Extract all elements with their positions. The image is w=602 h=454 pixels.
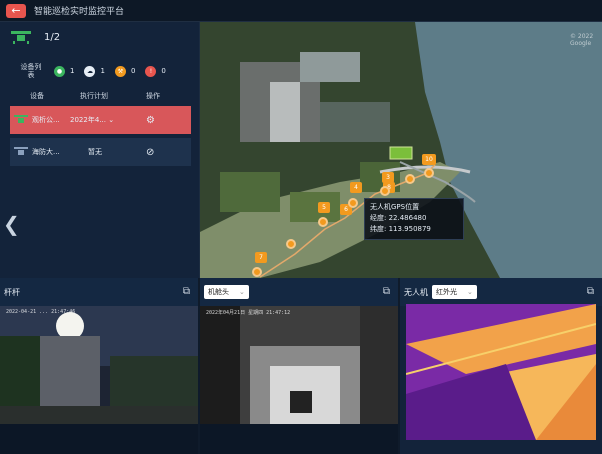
device-name: 观析公...: [32, 116, 60, 124]
waypoint-dot[interactable]: [424, 168, 434, 178]
waypoint-dot[interactable]: [252, 267, 262, 277]
stat-cloud[interactable]: ☁ 1: [84, 65, 105, 77]
device-name: 海防大...: [32, 148, 60, 156]
feed-pole-camera: 杆杆 ⧉ 2022-04-21 ... 21:47:46: [0, 278, 198, 454]
tools-icon: ⚒: [114, 65, 126, 77]
top-bar: ← 智能巡检实时监控平台: [0, 0, 602, 22]
feed-header: 杆杆 ⧉: [0, 278, 198, 306]
feed-title: 无人机: [404, 287, 428, 297]
drone-icon: [14, 115, 28, 123]
chevron-down-icon: ⌄: [239, 288, 245, 296]
video-feeds: 杆杆 ⧉ 2022-04-21 ... 21:47:46 机舱头 ⌄ ⧉ 202…: [0, 278, 602, 454]
feed-cabin-camera: 机舱头 ⌄ ⧉ 2022年04月21日 星期四 21:47:12: [200, 278, 398, 454]
waypoint-dot[interactable]: [286, 239, 296, 249]
map-watermark: © 2022 Google: [570, 33, 594, 47]
waypoint-dot[interactable]: [348, 198, 358, 208]
uav-count-value: 1/2: [44, 31, 61, 43]
camera-select[interactable]: 机舱头 ⌄: [204, 285, 249, 299]
feed-title: 杆杆: [4, 287, 20, 297]
camera-image: [200, 306, 398, 424]
uav-count: 1/2: [10, 30, 60, 44]
app-title: 智能巡检实时监控平台: [34, 7, 125, 17]
tooltip-longitude: 经度: 22.486480: [370, 214, 427, 222]
disabled-icon[interactable]: ⊘: [146, 147, 154, 158]
stat-online[interactable]: ● 1: [54, 65, 74, 77]
spectrum-select[interactable]: 红外光 ⌄: [432, 285, 477, 299]
stat-tools[interactable]: ⚒ 0: [114, 65, 135, 77]
feed-footer: [200, 424, 398, 454]
infrared-image: [406, 304, 596, 440]
tooltip-title: 无人机GPS位置: [370, 203, 420, 211]
video-frame[interactable]: 2022年04月21日 星期四 21:47:12: [200, 306, 398, 424]
feed-footer: [0, 424, 198, 454]
video-frame[interactable]: [406, 304, 596, 440]
fullscreen-icon[interactable]: ⧉: [183, 286, 190, 297]
online-icon: ●: [54, 65, 65, 77]
arrow-left-icon: ←: [11, 4, 21, 17]
video-timestamp: 2022年04月21日 星期四 21:47:12: [206, 310, 291, 316]
col-op: 操作: [146, 92, 160, 100]
chevron-down-icon: ⌄: [467, 288, 473, 296]
warning-icon: !: [145, 65, 157, 77]
drone-icon: [14, 147, 28, 155]
chevron-down-icon: ⌄: [108, 116, 115, 124]
col-plan: 执行计划: [80, 92, 108, 100]
plan-select[interactable]: 2022年4... ⌄: [70, 115, 114, 125]
waypoint-dot[interactable]: [405, 174, 415, 184]
gps-tooltip: 无人机GPS位置 经度: 22.486480 纬度: 113.950879: [364, 198, 464, 240]
waypoint-marker-10[interactable]: 10: [422, 154, 436, 165]
feed-header: 无人机 红外光 ⌄ ⧉: [400, 278, 602, 306]
drone-icon: [11, 31, 31, 44]
video-frame[interactable]: 2022-04-21 ... 21:47:46: [0, 306, 198, 424]
waypoint-marker-4[interactable]: 4: [350, 182, 362, 193]
stat-warning[interactable]: ! 0: [145, 65, 166, 77]
camera-image: [0, 306, 198, 424]
table-row[interactable]: 海防大... 暂无 ⊘: [10, 138, 191, 166]
tooltip-latitude: 纬度: 113.950879: [370, 225, 431, 233]
device-panel: 1/2 设备列表 ● 1 ☁ 1 ⚒ 0 ! 0 设备 执行计划 操作 观析公.…: [0, 22, 200, 278]
video-timestamp: 2022-04-21 ... 21:47:46: [6, 309, 76, 315]
waypoint-dot[interactable]: [318, 217, 328, 227]
settings-icon[interactable]: ⚙: [146, 115, 155, 126]
col-device: 设备: [30, 92, 44, 100]
chevron-left-icon[interactable]: ❮: [3, 212, 20, 236]
fullscreen-icon[interactable]: ⧉: [383, 286, 390, 297]
waypoint-marker-5[interactable]: 5: [318, 202, 330, 213]
table-row[interactable]: 观析公... 2022年4... ⌄ ⚙: [10, 106, 191, 134]
plan-value: 暂无: [88, 148, 102, 156]
waypoint-dot[interactable]: [380, 186, 390, 196]
cloud-icon: ☁: [84, 65, 96, 77]
device-stats: 设备列表 ● 1 ☁ 1 ⚒ 0 ! 0: [0, 60, 200, 82]
feed-header: 机舱头 ⌄ ⧉: [200, 278, 398, 306]
back-button[interactable]: ←: [6, 3, 26, 18]
waypoint-marker-7[interactable]: 7: [255, 252, 267, 263]
table-header: 设备 执行计划 操作: [0, 88, 200, 104]
fullscreen-icon[interactable]: ⧉: [587, 286, 594, 297]
feed-drone-camera: 无人机 红外光 ⌄ ⧉: [400, 278, 602, 454]
device-list-label: 设备列表: [20, 63, 42, 79]
